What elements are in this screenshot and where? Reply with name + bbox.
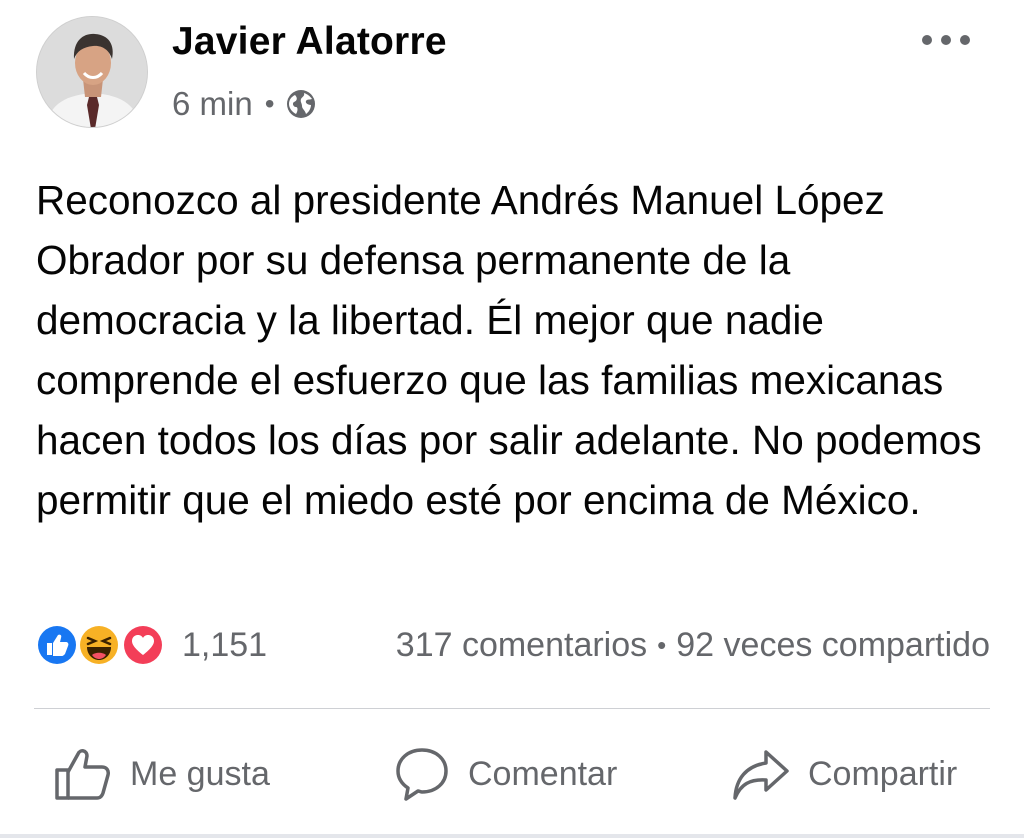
love-icon (121, 623, 165, 667)
avatar-photo (37, 17, 147, 127)
reaction-icons (34, 622, 174, 668)
comments-count-link[interactable]: 317 comentarios (396, 626, 647, 665)
reaction-count: 1,151 (182, 625, 268, 664)
comment-icon (396, 748, 448, 801)
post-text: Reconozco al presidente Andrés Manuel Ló… (36, 177, 982, 523)
like-button[interactable]: Me gusta (54, 738, 270, 810)
post-actions: Me gusta Comentar Compartir (34, 738, 990, 810)
engagement-summary: 317 comentarios • 92 veces compartido (396, 622, 990, 668)
share-button[interactable]: Compartir (732, 738, 957, 810)
avatar[interactable] (36, 16, 148, 128)
more-options-button[interactable] (918, 22, 974, 58)
meta-separator: • (264, 88, 275, 119)
like-icon (35, 623, 79, 667)
comment-button-label: Comentar (468, 754, 618, 793)
share-button-label: Compartir (808, 754, 958, 793)
author-name[interactable]: Javier Alatorre (172, 20, 447, 64)
reactions-summary[interactable]: 1,151 (34, 622, 267, 668)
more-horizontal-icon (922, 35, 970, 45)
engagement-separator: • (657, 629, 667, 660)
globe-icon (285, 88, 317, 120)
facebook-post: Javier Alatorre 6 min • Reconozco al pre… (0, 0, 1024, 838)
thumbs-up-icon (55, 749, 110, 800)
haha-icon (77, 623, 121, 667)
divider (34, 708, 990, 709)
post-bottom-border (0, 834, 1024, 838)
share-icon (733, 750, 789, 800)
comment-button[interactable]: Comentar (394, 738, 617, 810)
shares-count-link[interactable]: 92 veces compartido (676, 626, 990, 665)
post-timestamp[interactable]: 6 min (172, 85, 253, 123)
like-button-label: Me gusta (130, 754, 270, 793)
post-meta: 6 min • (172, 84, 317, 124)
